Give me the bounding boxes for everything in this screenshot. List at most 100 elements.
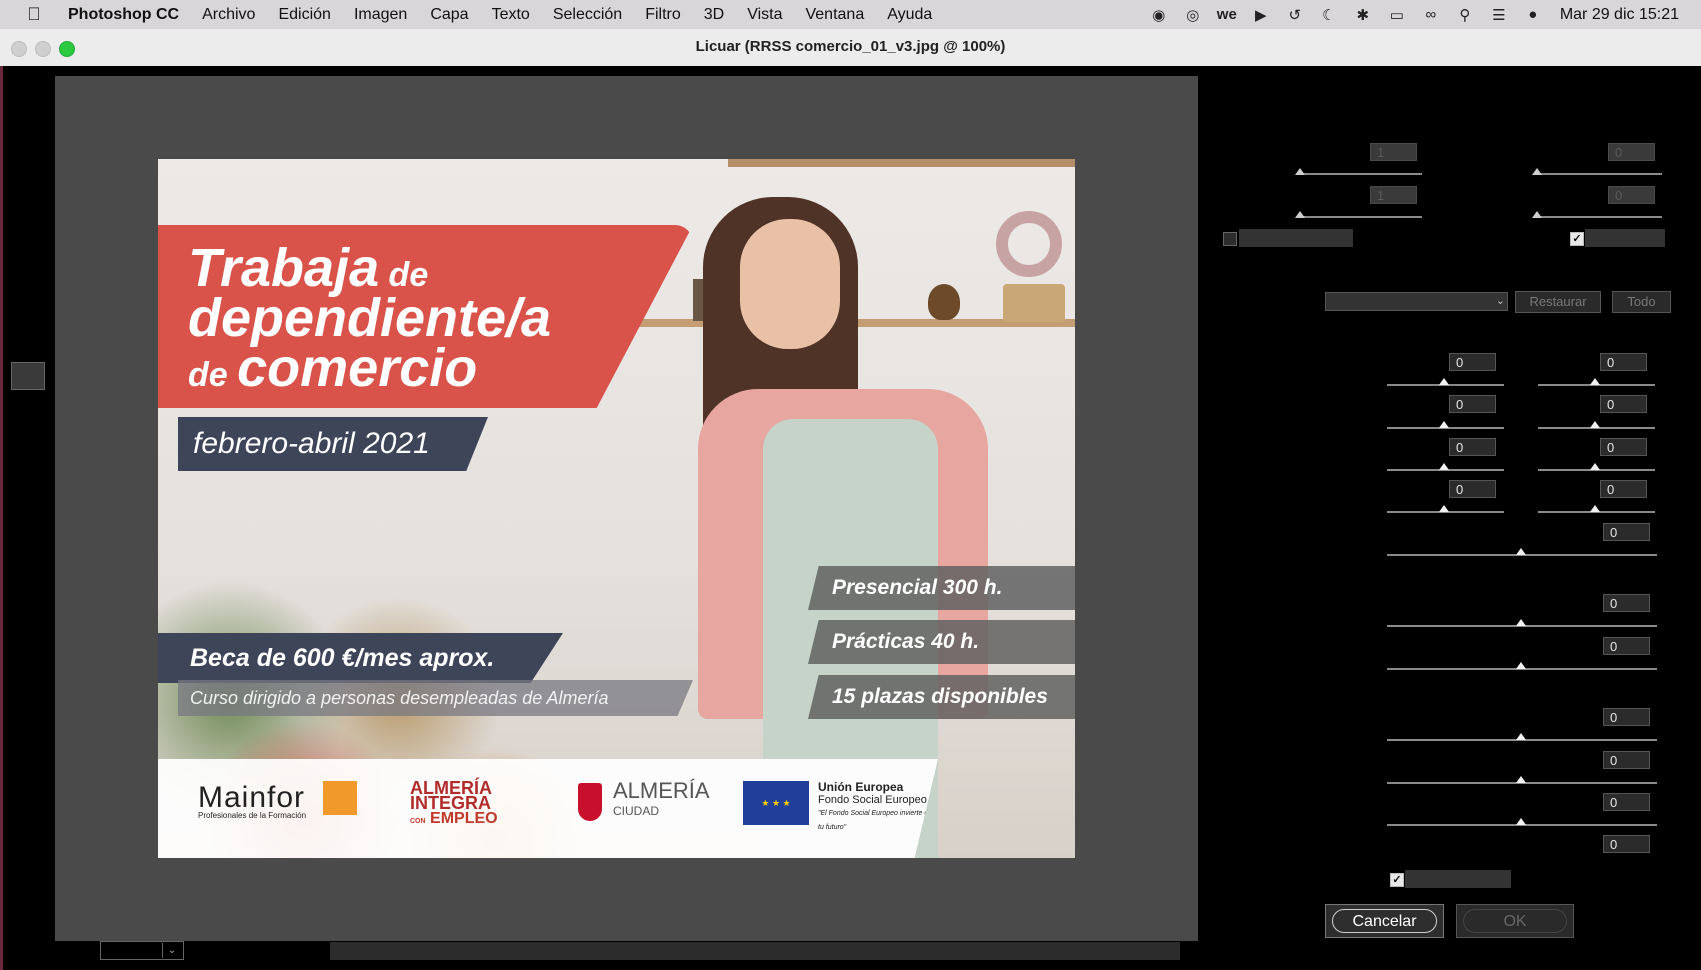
chevron-down-icon: ⌄: [1495, 295, 1505, 307]
brush-size-slider[interactable]: [1300, 173, 1422, 175]
menu-capa[interactable]: Capa: [430, 6, 468, 24]
brush-rate-slider[interactable]: [1537, 216, 1662, 218]
slider-thumb[interactable]: [1590, 378, 1600, 385]
search-icon[interactable]: ⚲: [1448, 6, 1482, 24]
moon-icon[interactable]: ☾: [1312, 6, 1346, 24]
nose-width-field[interactable]: 0: [1603, 637, 1650, 655]
pin-edges-label: [1585, 229, 1665, 247]
lower-lip-field[interactable]: 0: [1603, 793, 1650, 811]
restore-all-button[interactable]: Todo: [1612, 291, 1671, 313]
eye-width-left-field[interactable]: 0: [1449, 438, 1496, 456]
almeria-ciudad-logo: ALMERÍA CIUDAD: [613, 778, 710, 819]
siri-icon[interactable]: ●: [1516, 6, 1550, 23]
pin-edges-checkbox[interactable]: ✓: [1570, 232, 1584, 246]
menu-app-name[interactable]: Photoshop CC: [68, 6, 179, 24]
decor-pot: [1003, 284, 1065, 322]
slider-thumb[interactable]: [1516, 818, 1526, 825]
poster-title-line-3: de comercio: [188, 338, 478, 398]
show-mesh-checkbox[interactable]: ✓: [1390, 873, 1404, 887]
slider-thumb[interactable]: [1516, 619, 1526, 626]
eye-size-right-field[interactable]: 0: [1600, 353, 1647, 371]
reconstruct-mode-dropdown[interactable]: ⌄: [1325, 292, 1508, 311]
eye-distance-field[interactable]: 0: [1603, 523, 1650, 541]
slider-thumb[interactable]: [1439, 421, 1449, 428]
brush-pressure-field[interactable]: 1: [1370, 186, 1417, 204]
eye-height-left-field[interactable]: 0: [1449, 395, 1496, 413]
slider-thumb[interactable]: [1516, 776, 1526, 783]
poster-image[interactable]: Trabaja de dependiente/a de comercio feb…: [158, 159, 1075, 858]
shelf: [728, 159, 1075, 167]
menu-texto[interactable]: Texto: [492, 6, 530, 24]
mainfor-logo: Mainfor Profesionales de la Formación: [198, 781, 307, 820]
poster-pill-practicas: Prácticas 40 h.: [808, 620, 1075, 664]
menu-clock[interactable]: Mar 29 dic 15:21: [1560, 6, 1679, 24]
logo-strip: Mainfor Profesionales de la Formación AL…: [158, 759, 938, 858]
person-face: [740, 219, 840, 349]
menu-archivo[interactable]: Archivo: [202, 6, 255, 24]
slider-thumb[interactable]: [1439, 378, 1449, 385]
slider-thumb[interactable]: [1439, 463, 1449, 470]
smile-field[interactable]: 0: [1603, 708, 1650, 726]
ok-label: OK: [1463, 909, 1567, 933]
brush-density-slider[interactable]: [1537, 173, 1662, 175]
menu-imagen[interactable]: Imagen: [354, 6, 407, 24]
brush-size-field[interactable]: 1: [1370, 143, 1417, 161]
slider-thumb[interactable]: [1295, 168, 1305, 175]
slider-thumb[interactable]: [1590, 463, 1600, 470]
time-machine-icon[interactable]: ↺: [1278, 6, 1312, 24]
slider-thumb[interactable]: [1439, 505, 1449, 512]
eye-tilt-left-field[interactable]: 0: [1449, 480, 1496, 498]
upper-lip-field[interactable]: 0: [1603, 751, 1650, 769]
tool-button[interactable]: [11, 362, 45, 390]
slider-thumb[interactable]: [1516, 662, 1526, 669]
ok-button[interactable]: OK: [1456, 904, 1574, 938]
cancel-button[interactable]: Cancelar: [1325, 904, 1444, 938]
shazam-icon[interactable]: ◎: [1176, 6, 1210, 24]
menu-ventana[interactable]: Ventana: [805, 6, 864, 24]
stylus-pressure-label: [1239, 229, 1353, 247]
restore-button[interactable]: Restaurar: [1515, 291, 1601, 313]
wetransfer-icon[interactable]: we: [1210, 6, 1244, 23]
menu-bar:  Photoshop CC Archivo Edición Imagen Ca…: [0, 0, 1701, 29]
apple-icon[interactable]: : [0, 4, 68, 25]
stylus-pressure-checkbox[interactable]: [1223, 232, 1237, 246]
slider-thumb[interactable]: [1516, 548, 1526, 555]
battery-icon[interactable]: ▭: [1380, 6, 1414, 24]
window-title: Licuar (RRSS comercio_01_v3.jpg @ 100%): [695, 38, 1006, 55]
slider-thumb[interactable]: [1516, 733, 1526, 740]
play-icon[interactable]: ▶: [1244, 6, 1278, 24]
eu-logo-text: Unión Europea Fondo Social Europeo "El F…: [818, 780, 933, 831]
eye-height-right-field[interactable]: 0: [1600, 395, 1647, 413]
eye-tilt-right-field[interactable]: 0: [1600, 480, 1647, 498]
mouth-width-field[interactable]: 0: [1603, 835, 1650, 853]
slider-thumb[interactable]: [1590, 505, 1600, 512]
zoom-select[interactable]: ⌄: [100, 941, 184, 960]
slider-thumb[interactable]: [1590, 421, 1600, 428]
nose-height-field[interactable]: 0: [1603, 594, 1650, 612]
menu-vista[interactable]: Vista: [747, 6, 782, 24]
menu-ayuda[interactable]: Ayuda: [887, 6, 932, 24]
horizontal-scrollbar[interactable]: [330, 942, 1180, 960]
menu-3d[interactable]: 3D: [704, 6, 724, 24]
desktop-edge: [0, 66, 3, 970]
menu-seleccion[interactable]: Selección: [553, 6, 622, 24]
poster-title-line-2: dependiente/a: [188, 288, 552, 348]
brush-density-field[interactable]: 0: [1608, 143, 1655, 161]
menu-filtro[interactable]: Filtro: [645, 6, 681, 24]
creative-cloud-icon[interactable]: ◉: [1142, 6, 1176, 24]
menu-edicion[interactable]: Edición: [278, 6, 330, 24]
eye-width-right-field[interactable]: 0: [1600, 438, 1647, 456]
decor-wreath: [996, 211, 1062, 277]
brush-pressure-slider[interactable]: [1300, 216, 1422, 218]
control-center-icon[interactable]: ☰: [1482, 6, 1516, 24]
slider-thumb[interactable]: [1532, 211, 1542, 218]
slider-thumb[interactable]: [1295, 211, 1305, 218]
window-titlebar: Licuar (RRSS comercio_01_v3.jpg @ 100%): [0, 29, 1701, 67]
slider-thumb[interactable]: [1532, 168, 1542, 175]
almeria-integra-logo: ALMERÍA INTEGRA CON EMPLEO: [410, 778, 498, 827]
bluetooth-icon[interactable]: ✱: [1346, 6, 1380, 24]
brush-rate-field[interactable]: 0: [1608, 186, 1655, 204]
link-icon[interactable]: ∞: [1414, 6, 1448, 23]
poster-curso: Curso dirigido a personas desempleadas d…: [178, 680, 693, 716]
eye-size-left-field[interactable]: 0: [1449, 353, 1496, 371]
